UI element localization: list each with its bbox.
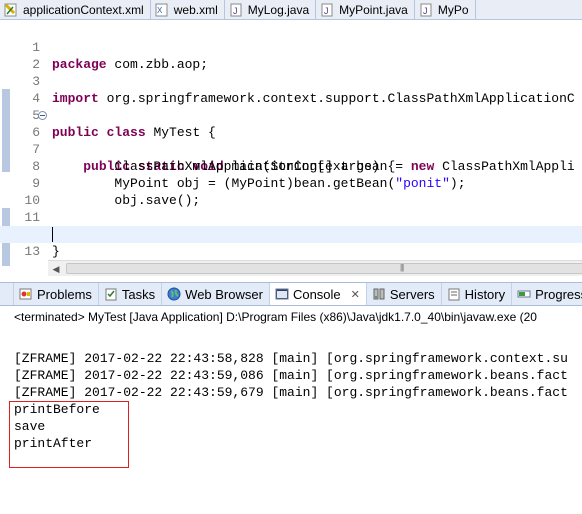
java-file-icon: J — [321, 3, 333, 17]
console-line: [ZFRAME] 2017-02-22 22:43:59,086 [main] … — [14, 368, 568, 383]
xml-file-icon — [4, 3, 17, 17]
code-line: 3 import org.springframework.context.sup… — [0, 56, 582, 106]
editor-tab-label: MyPo — [437, 3, 469, 17]
editor-tab-mylog-java[interactable]: J MyLog.java — [225, 0, 317, 19]
tab-spacer — [0, 283, 14, 305]
tab-label: Console — [292, 286, 341, 302]
tab-progress[interactable]: Progress — [512, 283, 582, 305]
svg-text:J: J — [233, 6, 238, 16]
console-icon — [275, 288, 289, 300]
text-caret — [52, 227, 53, 242]
tab-label: Progress — [535, 286, 582, 302]
console-output[interactable]: [ZFRAME] 2017-02-22 22:43:58,828 [main] … — [0, 330, 582, 514]
code-line: 2 — [0, 39, 582, 72]
tab-label: Tasks — [121, 286, 156, 302]
view-tab-bar: Problems Tasks Web Browser Console ✕ Ser… — [0, 282, 582, 306]
line-number: 13 — [24, 244, 40, 259]
code-line: 6 public static void main(String[] args)… — [0, 107, 582, 174]
grip-icon: ||| — [400, 263, 404, 272]
svg-text:J: J — [324, 6, 329, 16]
code-line: 5 public class MyTest { — [0, 90, 582, 140]
history-icon — [448, 288, 460, 301]
editor-tab-label: web.xml — [173, 3, 218, 17]
tab-label: History — [464, 286, 506, 302]
code-line: 12 } — [0, 209, 582, 259]
code-line: 4 — [0, 73, 582, 106]
collapse-icon[interactable] — [38, 111, 47, 120]
tab-label: Servers — [389, 286, 435, 302]
tab-console[interactable]: Console ✕ — [269, 283, 367, 305]
editor-tab-label: MyPoint.java — [339, 3, 408, 17]
code-text: } — [52, 244, 60, 259]
xml-file-icon: X — [155, 3, 168, 17]
editor-tab-label: applicationContext.xml — [23, 3, 144, 17]
highlight-box — [9, 401, 129, 468]
progress-icon — [517, 290, 531, 298]
console-line: [ZFRAME] 2017-02-22 22:43:58,828 [main] … — [14, 351, 568, 366]
code-line: 8 MyPoint obj = (MyPoint)bean.getBean("p… — [0, 141, 582, 191]
editor-tab-web-xml[interactable]: X web.xml — [151, 0, 225, 19]
editor-tab-bar: applicationContext.xml X web.xml J MyLog… — [0, 0, 582, 20]
current-line: 13 — [0, 226, 582, 259]
tab-history[interactable]: History — [442, 283, 513, 305]
scrollbar-thumb[interactable] — [66, 263, 582, 274]
editor-tab-label: MyLog.java — [247, 3, 310, 17]
java-file-icon: J — [420, 3, 432, 17]
editor-tab-mypo[interactable]: J MyPo — [415, 0, 476, 19]
tab-label: Problems — [37, 286, 92, 302]
code-line: 1 package com.zbb.aop; — [0, 22, 582, 72]
svg-text:X: X — [157, 6, 163, 15]
code-editor[interactable]: 1 package com.zbb.aop; 2 3 import org.sp… — [0, 20, 582, 278]
horizontal-scrollbar[interactable]: ◀ ||| — [48, 260, 582, 276]
tab-web-browser[interactable]: Web Browser — [162, 283, 270, 305]
tasks-icon — [105, 288, 117, 301]
java-file-icon: J — [230, 3, 242, 17]
globe-icon — [167, 287, 181, 301]
code-line: 9 obj.save(); — [0, 158, 582, 208]
editor-tab-applicationcontext-xml[interactable]: applicationContext.xml — [0, 0, 151, 19]
editor-tab-mypoint-java[interactable]: J MyPoint.java — [316, 0, 415, 19]
tab-tasks[interactable]: Tasks — [99, 283, 163, 305]
tab-servers[interactable]: Servers — [367, 283, 442, 305]
code-line: 11 } — [0, 192, 582, 242]
tab-label: Web Browser — [185, 286, 263, 302]
console-status-line: <terminated> MyTest [Java Application] D… — [0, 306, 582, 328]
code-line: 10 — [0, 175, 582, 208]
tab-problems[interactable]: Problems — [14, 283, 99, 305]
close-icon[interactable]: ✕ — [351, 288, 360, 301]
scroll-left-icon[interactable]: ◀ — [50, 263, 62, 275]
console-line: [ZFRAME] 2017-02-22 22:43:59,679 [main] … — [14, 385, 568, 400]
code-line: 7 ClassPathXmlApplicationContext bean = … — [0, 124, 582, 174]
problems-icon — [19, 288, 32, 300]
svg-text:J: J — [423, 6, 428, 16]
servers-icon — [373, 288, 385, 300]
